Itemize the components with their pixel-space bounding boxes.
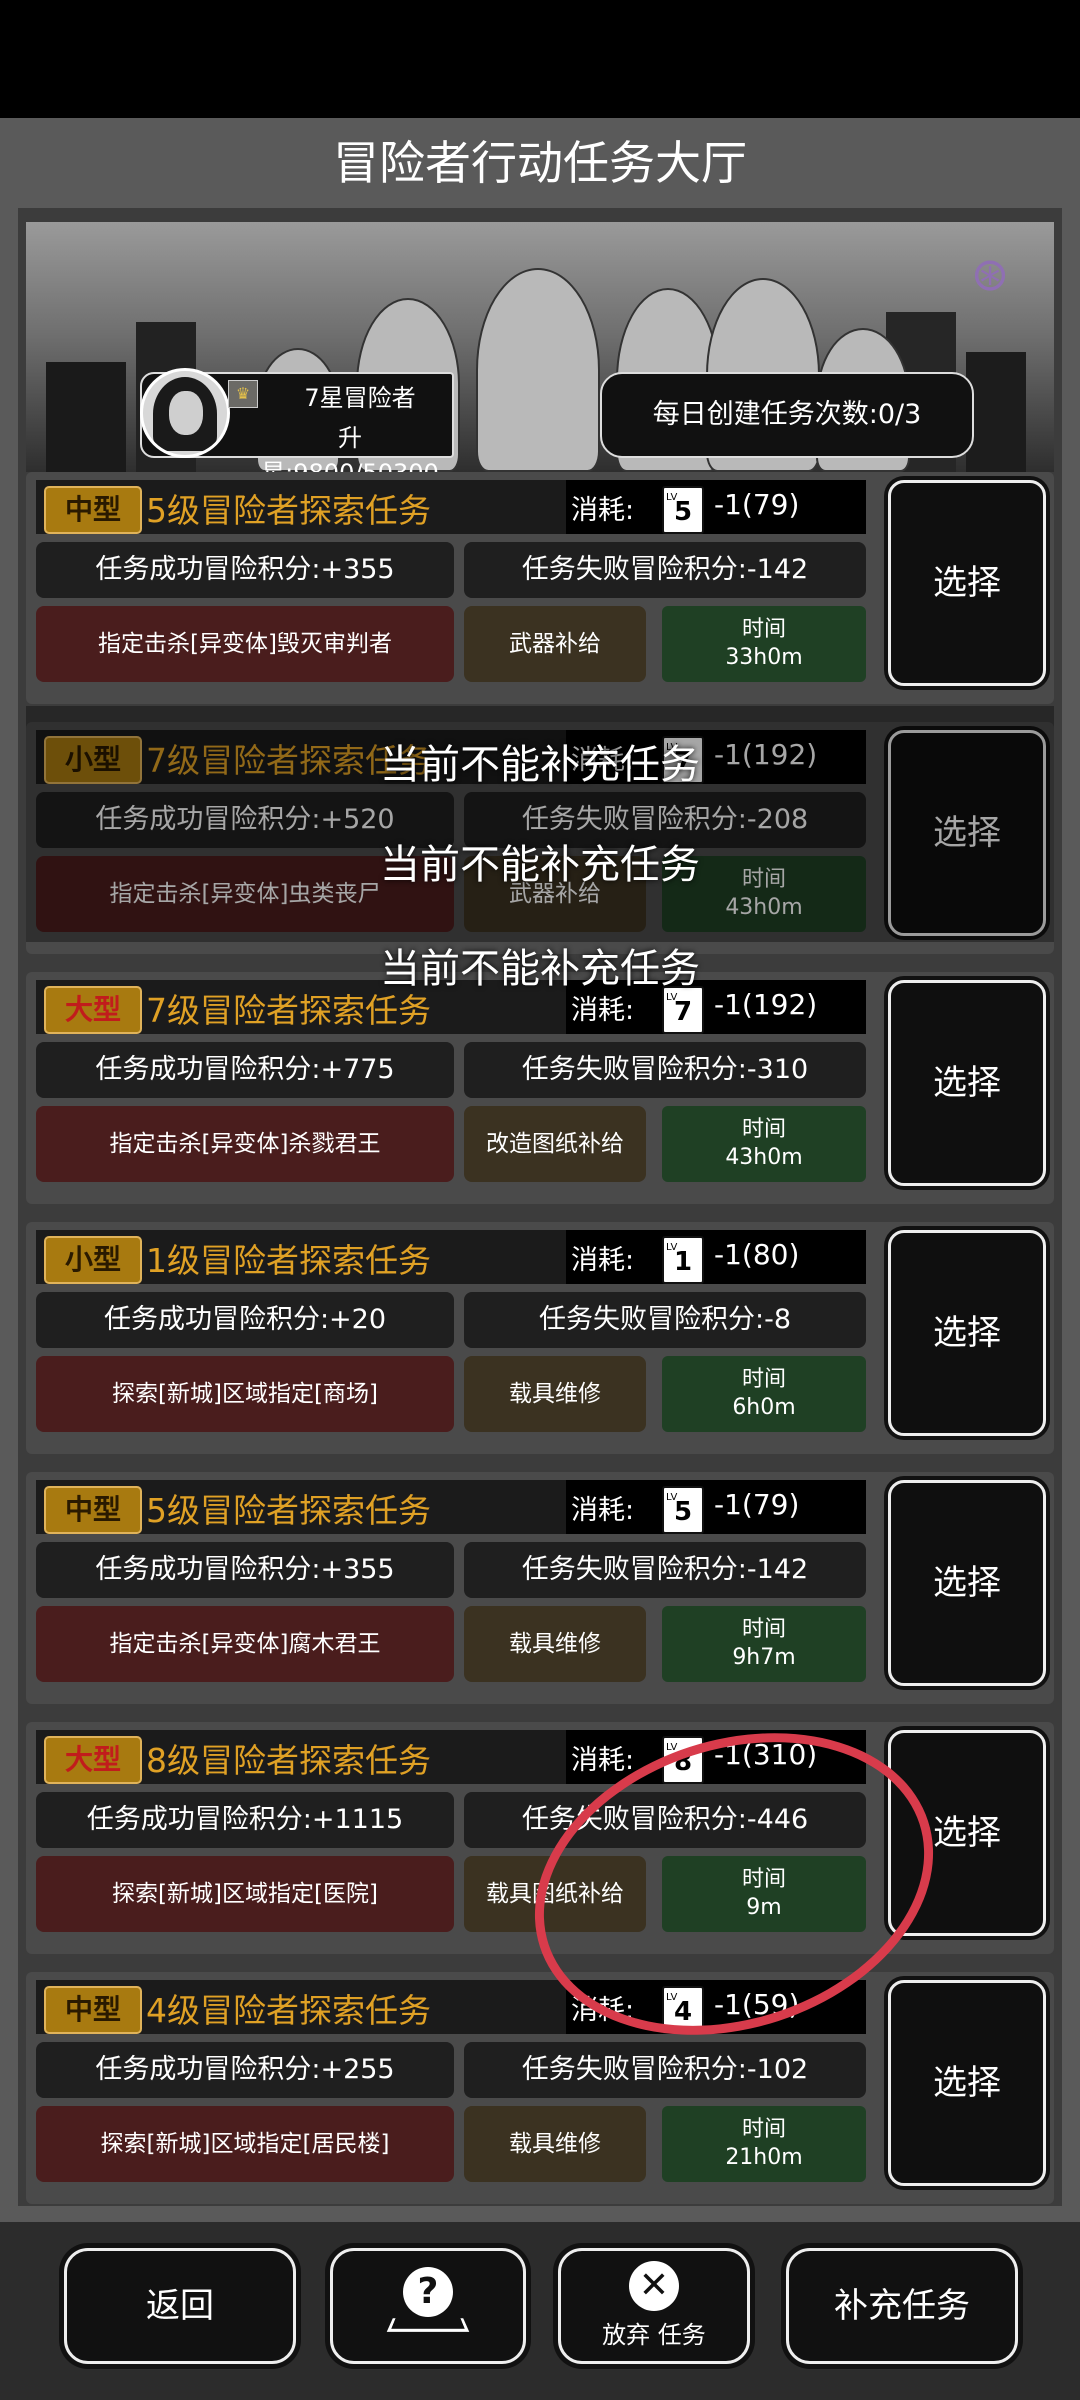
refill-label: 补充任务 — [834, 2286, 970, 2326]
task-title: 5级冒险者探索任务 — [146, 1491, 431, 1530]
task-card: 中型 4级冒险者探索任务 消耗: LV 4 -1(59) 任务成功冒险积分:+25… — [26, 1972, 1054, 2204]
task-target: 探索[新城]区域指定[居民楼] — [36, 2106, 454, 2182]
task-size-badge: 中型 — [44, 1986, 142, 2034]
fail-points: 任务失败冒险积分:-102 — [464, 2042, 866, 2098]
time-value: 9h7m — [732, 1645, 796, 1670]
success-points: 任务成功冒险积分:+355 — [36, 1542, 454, 1598]
avatar-face — [169, 391, 203, 435]
fail-points: 任务失败冒险积分:-142 — [464, 542, 866, 598]
time-label: 时间 — [741, 2117, 786, 2142]
cost-label: 消耗: — [571, 1245, 635, 1276]
task-card: 中型 5级冒险者探索任务 消耗: LV 5 -1(79) 任务成功冒险积分:+35… — [26, 1472, 1054, 1704]
refill-task-button[interactable]: 补充任务 — [786, 2248, 1018, 2364]
task-time: 时间 43h0m — [662, 1106, 866, 1182]
select-button[interactable]: 选择 — [888, 980, 1046, 1186]
character-figure — [476, 268, 600, 472]
cost-value: -1(79) — [714, 1488, 800, 1521]
back-button[interactable]: 返回 — [64, 2248, 296, 2364]
time-value: 6h0m — [732, 1395, 796, 1420]
select-button[interactable]: 选择 — [888, 1480, 1046, 1686]
cost-label: 消耗: — [571, 1745, 635, 1776]
task-title: 8级冒险者探索任务 — [146, 1741, 431, 1780]
task-time: 时间 33h0m — [662, 606, 866, 682]
time-label: 时间 — [741, 617, 786, 642]
level-card-icon: LV 5 — [662, 486, 704, 534]
fail-points: 任务失败冒险积分:-142 — [464, 1542, 866, 1598]
cost-label: 消耗: — [571, 495, 635, 526]
task-time: 时间 21h0m — [662, 2106, 866, 2182]
task-time: 时间 6h0m — [662, 1356, 866, 1432]
level-card-icon: LV 5 — [662, 1486, 704, 1534]
task-time: 时间 9h7m — [662, 1606, 866, 1682]
abandon-task-button[interactable]: ✕ 放弃 任务 — [558, 2248, 750, 2364]
time-label: 时间 — [741, 1617, 786, 1642]
help-base-icon — [386, 2318, 470, 2332]
close-icon: ✕ — [561, 2261, 747, 2311]
task-target: 探索[新城]区域指定[商场] — [36, 1356, 454, 1432]
task-target: 探索[新城]区域指定[医院] — [36, 1856, 454, 1932]
success-points: 任务成功冒险积分:+20 — [36, 1292, 454, 1348]
task-title: 1级冒险者探索任务 — [146, 1241, 431, 1280]
task-target: 指定击杀[异变体]毁灭审判者 — [36, 606, 454, 682]
rank-crown-icon: ♛ — [228, 380, 258, 408]
task-reward: 载具维修 — [464, 1606, 646, 1682]
select-button[interactable]: 选择 — [888, 480, 1046, 686]
level-card-icon: LV 1 — [662, 1236, 704, 1284]
cost-label: 消耗: — [571, 1495, 635, 1526]
player-rank: 7星冒险者 — [304, 384, 416, 412]
task-size-badge: 大型 — [44, 1736, 142, 1784]
help-icon: ? — [333, 2267, 523, 2317]
success-points: 任务成功冒险积分:+255 — [36, 2042, 454, 2098]
cost-value: -1(80) — [714, 1238, 800, 1271]
time-label: 时间 — [741, 1117, 786, 1142]
time-label: 时间 — [741, 1367, 786, 1392]
page-title: 冒险者行动任务大厅 — [333, 136, 747, 190]
task-card: 中型 5级冒险者探索任务 消耗: LV 5 -1(79) 任务成功冒险积分:+35… — [26, 472, 1054, 704]
task-title: 4级冒险者探索任务 — [146, 1991, 431, 2030]
task-reward: 载具维修 — [464, 1356, 646, 1432]
task-card: 小型 1级冒险者探索任务 消耗: LV 1 -1(80) 任务成功冒险积分:+20… — [26, 1222, 1054, 1454]
select-button[interactable]: 选择 — [888, 1230, 1046, 1436]
task-size-badge: 中型 — [44, 486, 142, 534]
task-card: 大型 7级冒险者探索任务 消耗: LV 7 -1(192) 任务成功冒险积分:+7… — [26, 972, 1054, 1204]
select-button[interactable]: 选择 — [888, 1980, 1046, 2186]
task-title: 5级冒险者探索任务 — [146, 491, 431, 530]
toast-message: 当前不能补充任务 — [380, 946, 700, 992]
help-button[interactable]: ? — [330, 2248, 526, 2364]
success-points: 任务成功冒险积分:+775 — [36, 1042, 454, 1098]
fail-points: 任务失败冒险积分:-8 — [464, 1292, 866, 1348]
success-points: 任务成功冒险积分:+1115 — [36, 1792, 454, 1848]
task-reward: 改造图纸补给 — [464, 1106, 646, 1182]
time-value: 21h0m — [725, 2145, 803, 2170]
task-size-badge: 中型 — [44, 1486, 142, 1534]
avatar — [140, 368, 230, 458]
task-reward: 武器补给 — [464, 606, 646, 682]
faction-symbol-icon: ⊛ — [970, 247, 1010, 301]
abandon-label: 放弃 任务 — [602, 2321, 706, 2349]
time-value: 33h0m — [725, 645, 803, 670]
toast-message: 当前不能补充任务 — [380, 742, 700, 788]
fail-points: 任务失败冒险积分:-310 — [464, 1042, 866, 1098]
toast-message: 当前不能补充任务 — [380, 842, 700, 888]
task-target: 指定击杀[异变体]杀戮君王 — [36, 1106, 454, 1182]
success-points: 任务成功冒险积分:+355 — [36, 542, 454, 598]
daily-create-count: 每日创建任务次数:0/3 — [600, 372, 974, 458]
task-reward: 载具维修 — [464, 2106, 646, 2182]
cost-value: -1(79) — [714, 488, 800, 521]
task-target: 指定击杀[异变体]腐木君王 — [36, 1606, 454, 1682]
time-value: 43h0m — [725, 1145, 803, 1170]
task-size-badge: 小型 — [44, 1236, 142, 1284]
back-label: 返回 — [146, 2286, 214, 2326]
